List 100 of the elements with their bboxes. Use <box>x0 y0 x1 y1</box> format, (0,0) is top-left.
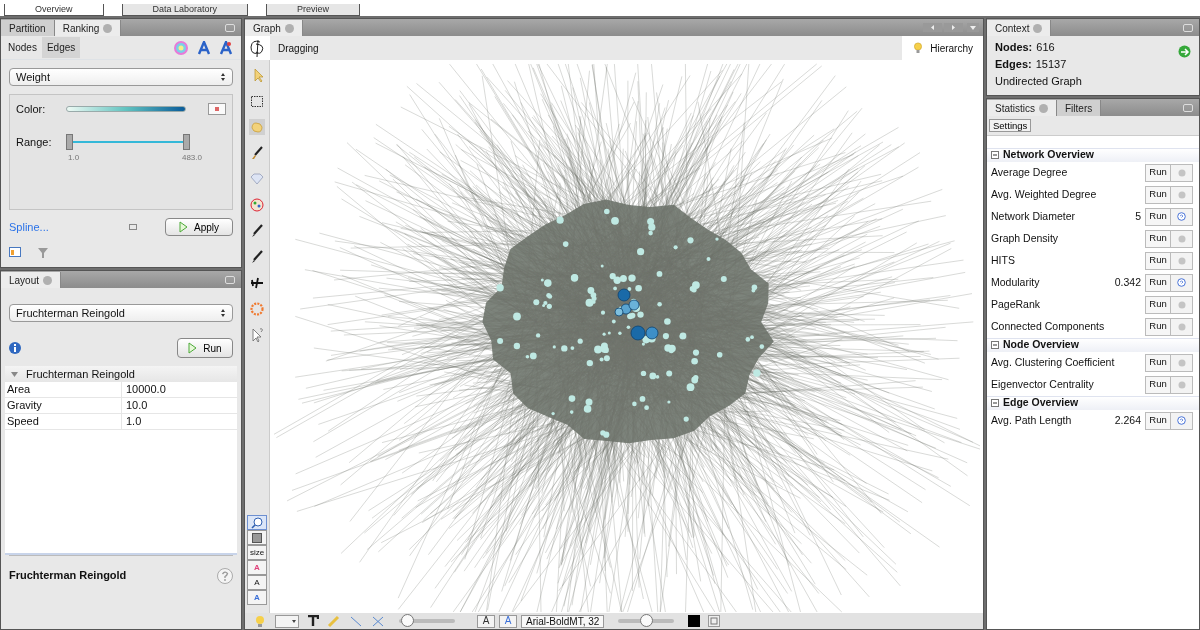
statistic-result: 5 <box>1135 208 1141 224</box>
label-setting-button[interactable]: A <box>247 560 267 575</box>
minimize-icon[interactable] <box>1183 24 1193 32</box>
palette-icon[interactable] <box>208 103 226 116</box>
statistic-name: Avg. Weighted Degree <box>991 186 1097 202</box>
panel-tab[interactable]: Graph <box>245 20 303 36</box>
statistic-result: 2.264 <box>1114 412 1141 428</box>
layout-dropdown[interactable]: Fruchterman Reingold <box>9 304 233 322</box>
report-icon[interactable] <box>1177 416 1186 425</box>
close-icon[interactable] <box>1033 23 1043 33</box>
run-button[interactable]: Run <box>1145 163 1171 182</box>
workspace-tab[interactable]: Preview <box>266 4 361 16</box>
panel-tab[interactable]: Context <box>987 20 1052 36</box>
run-button[interactable]: Run <box>1145 353 1171 372</box>
rectangle-select-icon[interactable] <box>249 93 265 109</box>
zoom-icon <box>251 516 263 529</box>
collapse-icon[interactable] <box>991 399 999 407</box>
run-button[interactable]: Run <box>1145 207 1171 226</box>
color-palette-icon[interactable] <box>249 197 265 213</box>
refresh-icon[interactable] <box>1178 45 1191 58</box>
collapse-icon[interactable] <box>991 151 999 159</box>
panel-tab[interactable]: Statistics <box>987 100 1057 116</box>
color-wheel-icon[interactable] <box>173 39 189 56</box>
statistic-name: PageRank <box>991 296 1041 312</box>
brush-icon[interactable] <box>249 145 265 161</box>
help-icon[interactable] <box>217 567 233 584</box>
diamond-icon[interactable] <box>249 171 265 187</box>
label-setting-button[interactable]: A <box>247 590 267 605</box>
description-title: Fruchterman Reingold <box>9 568 127 584</box>
run-button[interactable]: Run <box>177 338 233 358</box>
dropdown-icon[interactable] <box>275 614 299 628</box>
font-button[interactable]: A <box>477 614 495 628</box>
dropdown-icon[interactable] <box>967 23 979 32</box>
run-button[interactable]: Run <box>1145 185 1171 204</box>
panel-tab[interactable]: Partition <box>1 20 55 36</box>
property-value[interactable]: 10000.0 <box>122 381 166 398</box>
run-button[interactable]: Run <box>1145 375 1171 394</box>
edge-icon[interactable] <box>349 614 363 628</box>
zoom-button[interactable] <box>247 515 267 530</box>
panel-tab[interactable]: Ranking <box>54 20 122 36</box>
filter-icon[interactable] <box>37 247 49 259</box>
run-button[interactable]: Run <box>1145 317 1171 336</box>
slider-thumb[interactable] <box>401 614 415 627</box>
node-shape-button[interactable] <box>247 530 267 545</box>
statistic-name: Average Degree <box>991 164 1068 180</box>
minimize-icon[interactable] <box>225 24 235 32</box>
property-group-title: Fruchterman Reingold <box>26 366 135 382</box>
run-button[interactable]: Run <box>1145 295 1171 314</box>
close-icon[interactable] <box>1039 103 1048 113</box>
expand-arrow-icon[interactable] <box>11 371 18 377</box>
report-icon[interactable] <box>1177 278 1186 287</box>
scroll-arrows-icon[interactable] <box>923 23 963 32</box>
lightbulb-icon[interactable] <box>253 614 267 628</box>
font-field[interactable]: Arial-BoldMT, 32 <box>521 614 605 628</box>
panel-tab[interactable]: Layout <box>1 272 62 288</box>
text-tool-icon[interactable] <box>307 615 319 627</box>
range-label: Range: <box>16 134 53 150</box>
font-color-icon[interactable] <box>219 40 233 55</box>
run-button[interactable]: Run <box>1145 251 1171 270</box>
font-button[interactable]: A <box>499 614 517 628</box>
font-size-icon[interactable] <box>197 40 211 55</box>
count-label: Nodes: <box>995 40 1033 55</box>
label-setting-button[interactable]: size <box>247 545 267 560</box>
range-thumb[interactable] <box>183 133 190 150</box>
color-gradient-bar[interactable] <box>66 106 186 113</box>
element-tab[interactable]: Nodes <box>3 37 42 58</box>
screenshot-icon[interactable] <box>708 615 721 627</box>
workspace-tab[interactable]: Overview <box>4 4 104 16</box>
legend-icon[interactable] <box>9 247 21 257</box>
info-icon[interactable] <box>9 342 21 354</box>
apply-button[interactable]: Apply <box>165 218 233 236</box>
close-icon[interactable] <box>284 23 294 33</box>
collapse-icon[interactable] <box>991 341 999 349</box>
dropdown-arrows-icon <box>220 308 226 318</box>
run-button[interactable]: Run <box>1145 229 1171 248</box>
property-value[interactable]: 10.0 <box>122 397 148 414</box>
statistic-name: Connected Components <box>991 318 1105 334</box>
settings-button[interactable]: Settings <box>989 119 1032 132</box>
label-setting-button[interactable]: A <box>247 575 267 590</box>
edge-cross-icon[interactable] <box>371 614 385 628</box>
element-tab[interactable]: Edges <box>41 37 81 58</box>
statistic-name: Eigenvector Centrality <box>991 376 1094 392</box>
workspace-tab[interactable]: Data Laboratory <box>121 4 249 16</box>
property-value[interactable]: 1.0 <box>122 413 142 430</box>
run-button[interactable]: Run <box>1145 273 1171 292</box>
dropdown-arrows-icon <box>220 72 226 82</box>
attribute-dropdown[interactable]: Weight <box>9 68 233 86</box>
close-icon[interactable] <box>103 23 113 33</box>
spline-link[interactable]: Spline... <box>9 218 49 236</box>
report-icon[interactable] <box>1177 212 1186 221</box>
range-thumb[interactable] <box>66 133 73 150</box>
minimize-icon[interactable] <box>1183 104 1193 112</box>
color-swatch[interactable] <box>688 615 701 627</box>
square-icon <box>252 532 262 543</box>
close-icon[interactable] <box>43 275 53 285</box>
run-button[interactable]: Run <box>1145 411 1171 430</box>
pointer-help-icon[interactable] <box>249 327 265 343</box>
slider-thumb[interactable] <box>640 614 654 627</box>
panel-tab[interactable]: Filters <box>1057 100 1102 116</box>
minimize-icon[interactable] <box>225 276 235 284</box>
